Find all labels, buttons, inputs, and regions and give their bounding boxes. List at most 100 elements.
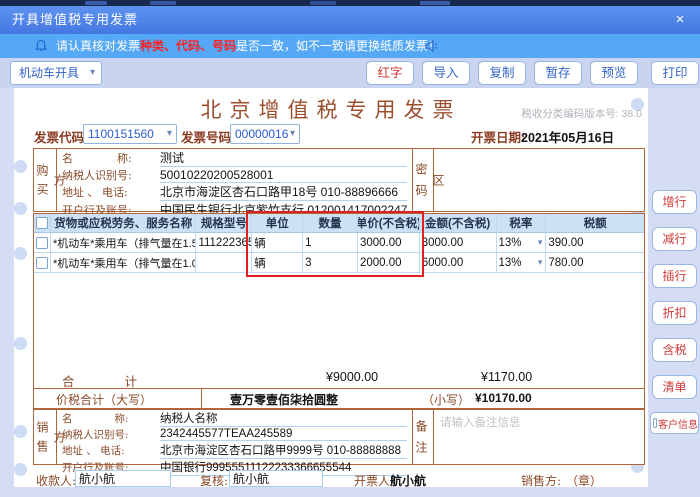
close-icon[interactable]: × [670,10,690,30]
add-row-button[interactable]: 增行 [652,190,697,214]
customer-info-checkbox[interactable] [653,418,657,428]
remove-row-button[interactable]: 减行 [652,227,697,251]
seller-address-input[interactable]: 北京市海淀区杏石口路甲9999号 010-88888888 [160,442,407,459]
background-taskbar-item [150,1,176,5]
save-draft-button[interactable]: 暂存 [534,61,582,85]
reviewer-input[interactable]: 航小航 [229,470,323,487]
unit-cell[interactable]: 辆 [252,253,303,273]
tax-included-button[interactable]: 含税 [652,338,697,362]
password-area [434,149,644,211]
password-area-label: 密码区 [412,149,434,211]
chevron-down-icon: ▾ [538,257,543,268]
goods-name-cell[interactable]: *机动车*乘用车（排气量在1.5升以上 [51,233,197,253]
price-cell[interactable]: 3000.00 [358,233,420,253]
table-row: *机动车*乘用车（排气量在1.5升以上 1112223655 辆 1 3000.… [34,233,644,253]
rate-cell[interactable]: 13%▾ [497,253,547,273]
decor-dot [14,463,27,476]
tax-total-row: 价税合计（大写） 壹万零壹佰柒拾圆整 （小写） ¥10170.00 [33,389,645,409]
tax-cell[interactable]: 390.00 [546,233,644,253]
row-select-cell [34,233,51,253]
buyer-address-row: 地址 、 电话: 北京市海淀区杏石口路甲18号 010-88896666 [57,183,412,201]
background-taskbar-item [310,1,336,5]
qty-cell[interactable]: 3 [303,253,358,273]
seller-taxid-input[interactable]: 2342445577TEAA245589 [160,428,407,441]
rate-cell[interactable]: 13%▾ [497,233,547,253]
seller-name-label: 名 称: [57,411,160,426]
qty-cell[interactable]: 1 [303,233,358,253]
buyer-address-input[interactable]: 北京市海淀区杏石口路甲18号 010-88896666 [160,183,407,201]
decor-dot [14,337,27,350]
table-row: *机动车*乘用车（排气量在1.0升以上 辆 3 2000.00 6000.00 … [34,253,644,273]
invoice-number-select[interactable]: 00000016 ▾ [230,124,300,144]
preview-button[interactable]: 预览 [590,61,638,85]
notice-bar: 请认真核对发票种类、代码、号码是否一致，如不一致请更换纸质发票！ [0,34,700,58]
invoice-mode-value: 机动车开具 [19,66,79,80]
background-taskbar-item [420,1,450,5]
amount-cell[interactable]: 3000.00 [420,233,497,253]
speaker-icon[interactable] [424,39,440,53]
unit-cell[interactable]: 辆 [252,233,303,253]
buyer-section: 购买方 名 称: 测试 纳税人识别号: 50010220200528001 地址… [33,148,645,212]
invoice-mode-select[interactable]: 机动车开具 ▾ [10,61,102,85]
goods-name-cell[interactable]: *机动车*乘用车（排气量在1.0升以上 [51,253,197,273]
red-letter-button[interactable]: 红字 [366,61,414,85]
seller-side-label: 销售方 [34,410,57,464]
seller-name-row: 名 称: 纳税人名称 [57,410,412,427]
stamp-placeholder: （章） [566,472,602,489]
copy-button[interactable]: 复制 [478,61,526,85]
list-button[interactable]: 清单 [652,375,697,399]
customer-info-toggle[interactable]: 客户信息 [650,412,699,434]
print-button[interactable]: 打印 [651,61,699,85]
remark-input[interactable]: 请输入备注信息 [434,410,644,464]
spec-cell[interactable]: 1112223655 [196,233,252,253]
spec-cell[interactable] [196,253,252,273]
select-all-cell [34,214,51,232]
buyer-taxid-row: 纳税人识别号: 50010220200528001 [57,167,412,183]
discount-button[interactable]: 折扣 [652,301,697,325]
col-rate: 税率 [497,214,547,232]
invoice-code-label: 发票代码: [34,127,88,146]
select-all-checkbox[interactable] [36,217,48,229]
seller-section: 销售方 名 称: 纳税人名称 纳税人识别号: 2342445577TEAA245… [33,409,645,465]
total-with-tax: ¥10170.00 [475,391,532,405]
tax-cell[interactable]: 780.00 [546,253,644,273]
window-title: 开具增值税专用发票 [12,6,138,34]
invoice-date-label: 开票日期: [471,127,525,146]
background-taskbar-item [85,1,107,5]
remark-placeholder: 请输入备注信息 [434,410,644,434]
total-tax: ¥1170.00 [481,370,532,384]
row-checkbox[interactable] [36,257,48,269]
notice-pre: 请认真核对发票 [56,39,140,53]
col-tax: 税额 [546,214,644,232]
reviewer-label: 复核: [200,472,228,489]
invoice-number-value: 00000016 [235,127,288,141]
col-price: 单价(不含税) [358,214,420,232]
tax-code-version: 税收分类编码版本号: 38.0 [460,106,642,121]
notice-post: 是否一致，如不一致请更换纸质发票！ [236,39,440,53]
seller-name-input[interactable]: 纳税人名称 [160,410,407,427]
row-select-cell [34,253,51,273]
decor-dot [14,425,27,438]
total-amount: ¥9000.00 [326,370,378,384]
decor-dot [14,202,27,215]
seller-address-row: 地址 、 电话: 北京市海淀区杏石口路甲9999号 010-88888888 [57,442,412,459]
buyer-name-input[interactable]: 测试 [160,149,407,167]
import-button[interactable]: 导入 [422,61,470,85]
insert-row-button[interactable]: 插行 [652,264,697,288]
invoice-code-select[interactable]: 1100151560 ▾ [83,124,177,144]
row-checkbox[interactable] [36,237,48,249]
seller-stamp-label: 销售方: [521,472,561,489]
buyer-taxid-input[interactable]: 50010220200528001 [160,168,407,183]
notice-text: 请认真核对发票种类、代码、号码是否一致，如不一致请更换纸质发票！ [56,34,440,58]
invoice-number-label: 发票号码: [181,127,235,146]
divider [201,389,202,408]
payee-input[interactable]: 航小航 [75,470,171,487]
price-cell[interactable]: 2000.00 [358,253,420,273]
seller-taxid-row: 纳税人识别号: 2342445577TEAA245589 [57,427,412,442]
amount-cell[interactable]: 6000.00 [420,253,497,273]
lowercase-label: （小写） [422,391,470,408]
buyer-taxid-label: 纳税人识别号: [57,167,160,183]
drawer-label: 开票人: [354,472,394,489]
col-unit: 单位 [252,214,303,232]
chevron-down-icon: ▾ [290,125,295,143]
